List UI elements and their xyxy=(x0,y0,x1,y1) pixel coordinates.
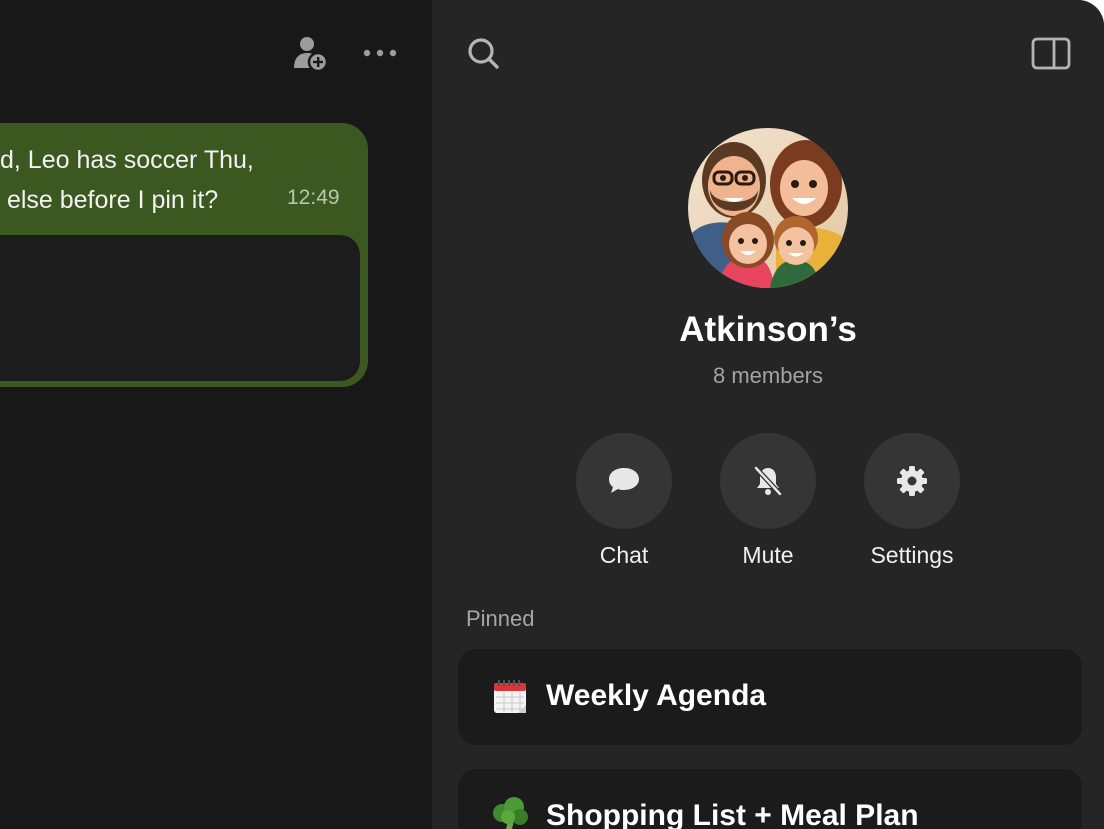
more-options-button[interactable] xyxy=(360,34,400,72)
mute-action-button[interactable]: Mute xyxy=(708,433,828,569)
search-button[interactable] xyxy=(464,34,504,74)
ellipsis-icon xyxy=(363,49,397,57)
group-name: Atkinson’s xyxy=(679,310,857,349)
pinned-item-title: Shopping List + Meal Plan xyxy=(546,799,919,829)
gear-icon xyxy=(897,466,927,496)
group-info-pane: Atkinson’s 8 members Chat Mute Settings … xyxy=(432,0,1104,829)
pinned-item-shopping-list[interactable]: Shopping List + Meal Plan xyxy=(458,769,1082,829)
mute-action-circle[interactable] xyxy=(720,433,816,529)
group-avatar[interactable] xyxy=(688,128,848,288)
chat-pane: d, Leo has soccer Thu, else before I pin… xyxy=(0,0,432,829)
message-time: 12:49 xyxy=(287,186,340,209)
family-portrait-icon xyxy=(688,128,848,288)
calendar-icon xyxy=(494,680,526,713)
settings-action-label: Settings xyxy=(870,542,954,568)
member-count[interactable]: 8 members xyxy=(432,363,1104,389)
app-window: d, Leo has soccer Thu, else before I pin… xyxy=(0,0,1104,829)
speech-bubble-icon xyxy=(609,468,639,493)
chat-action-circle[interactable] xyxy=(576,433,672,529)
settings-action-circle[interactable] xyxy=(864,433,960,529)
pinned-item-title: Weekly Agenda xyxy=(546,679,767,712)
message-attachment-preview[interactable] xyxy=(0,235,360,381)
message-text: d, Leo has soccer Thu, else before I pin… xyxy=(0,146,254,214)
broccoli-icon xyxy=(493,797,528,829)
pinned-item-weekly-agenda[interactable]: Weekly Agenda xyxy=(458,649,1082,745)
search-icon xyxy=(468,38,499,69)
mute-action-label: Mute xyxy=(742,542,794,568)
settings-action-button[interactable]: Settings xyxy=(852,433,972,569)
bell-slash-icon xyxy=(754,466,782,496)
pinned-section-label: Pinned xyxy=(466,606,535,631)
toggle-sidebar-button[interactable] xyxy=(1030,35,1074,73)
add-member-button[interactable] xyxy=(292,34,330,72)
add-person-icon xyxy=(294,37,328,71)
sidebar-panel-icon xyxy=(1031,37,1071,70)
chat-action-label: Chat xyxy=(599,542,649,568)
chat-action-button[interactable]: Chat xyxy=(564,433,684,569)
